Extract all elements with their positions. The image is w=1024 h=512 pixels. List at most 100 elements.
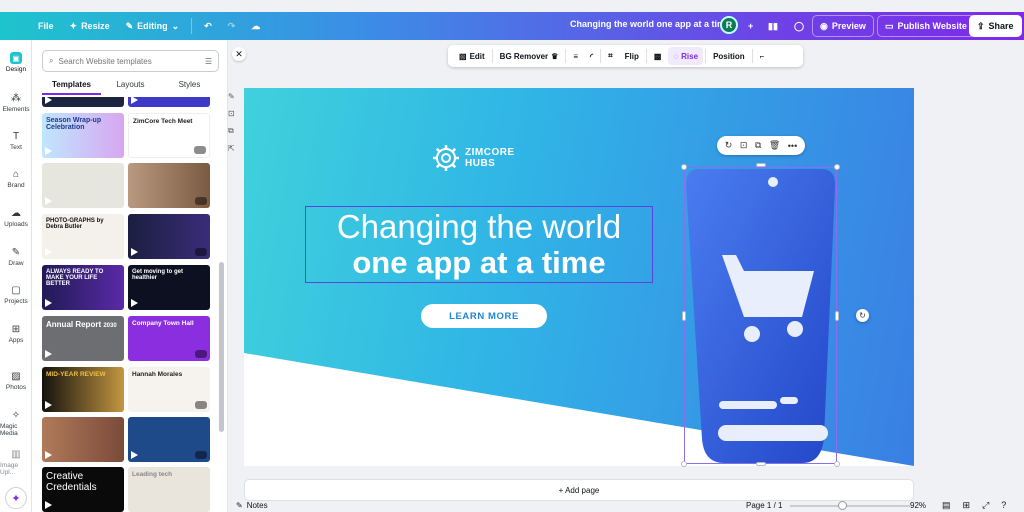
file-menu[interactable]: File (30, 15, 62, 37)
resize-handle[interactable] (756, 163, 766, 167)
rail-item-apps[interactable]: ⊞ Apps (0, 323, 32, 345)
template-thumb[interactable]: Annual Report 2030 (42, 316, 124, 361)
add-collaborator-button[interactable]: + (740, 15, 761, 37)
grid-view-icon[interactable]: ⊞ (963, 500, 971, 511)
panel-scrollbar[interactable] (219, 262, 224, 432)
insights-button[interactable]: ▮▮ (760, 15, 786, 37)
resize-handle[interactable] (834, 164, 840, 170)
rail-item-text[interactable]: T Text (0, 130, 32, 152)
template-thumb[interactable] (42, 163, 124, 208)
lock-icon[interactable]: ⊡ (228, 109, 238, 118)
resize-handle[interactable] (756, 462, 766, 466)
document-title[interactable]: Changing the world one app at a time (570, 19, 730, 29)
learn-more-button[interactable]: LEARN MORE (421, 304, 547, 328)
template-thumb[interactable] (128, 97, 210, 107)
redo-button[interactable]: ↷ (220, 15, 244, 37)
copy-style-button[interactable]: ⌐ (755, 47, 770, 65)
regenerate-icon[interactable]: ↻ (725, 140, 733, 151)
avatar[interactable]: R (720, 16, 738, 34)
animate-rise-button[interactable]: ◌ Rise (668, 47, 704, 65)
template-thumb[interactable]: ALWAYS READY TO MAKE YOUR LIFE BETTER (42, 265, 124, 310)
rail-item-elements[interactable]: ⁂ Elements (0, 92, 32, 114)
apps-icon: ⊞ (11, 323, 21, 335)
notes-button[interactable]: ✎ Notes (236, 501, 268, 510)
template-thumb[interactable] (128, 214, 210, 259)
tab-styles[interactable]: Styles (160, 80, 219, 95)
border-style-button[interactable]: ≡ (568, 47, 583, 65)
position-button[interactable]: Position (708, 47, 750, 65)
rail-item-image-upload[interactable]: ▥ Image Upl... (0, 448, 32, 477)
search-input[interactable] (58, 56, 200, 66)
rotate-handle[interactable]: ↻ (856, 309, 869, 322)
play-icon (45, 299, 52, 307)
template-thumb[interactable] (128, 163, 210, 208)
template-thumb[interactable]: Company Town Hall (128, 316, 210, 361)
editing-mode-dropdown[interactable]: ✎ Editing ⌄ (118, 15, 188, 37)
rail-item-magic-media[interactable]: ✧ Magic Media (0, 409, 32, 438)
template-thumb[interactable]: Get moving to get healthier (128, 265, 210, 310)
filter-icon[interactable]: ☰ (205, 57, 212, 66)
page-indicator[interactable]: Page 1 / 1 (746, 501, 782, 510)
template-thumb[interactable]: Hannah Morales (128, 367, 210, 412)
template-thumb[interactable]: Creative Credentials (42, 467, 124, 512)
eye-icon: ◉ (820, 20, 828, 31)
rail-item-projects[interactable]: ▢ Projects (0, 284, 32, 306)
logo[interactable]: ZIMCORE HUBS (432, 144, 515, 172)
page-view-icon[interactable]: ▤ (942, 500, 951, 511)
template-thumb[interactable]: ZimCore Tech Meet (128, 113, 210, 158)
rail-item-design[interactable]: ▣ Design (0, 52, 32, 73)
resize-button[interactable]: ✦ Resize (62, 15, 118, 37)
bg-remover-button[interactable]: BG Remover ♛ (495, 47, 564, 65)
notes-icon[interactable]: ✎ (228, 92, 238, 101)
undo-button[interactable]: ↶ (196, 15, 220, 37)
share-button[interactable]: ⇪ Share (969, 15, 1022, 37)
tab-layouts[interactable]: Layouts (101, 80, 160, 95)
headline-textbox[interactable]: Changing the world one app at a time (305, 206, 653, 283)
resize-handle[interactable] (682, 311, 686, 321)
duplicate-icon[interactable]: ⧉ (755, 140, 761, 151)
template-thumb[interactable]: Season Wrap-up Celebration (42, 113, 124, 158)
magic-assistant-button[interactable]: ✦ (5, 487, 27, 509)
template-thumb[interactable]: PHOTO-GRAPHS by Debra Butler (42, 214, 124, 259)
transparency-button[interactable]: ▩ (649, 47, 667, 65)
add-page-button[interactable]: + Add page (244, 479, 914, 501)
resize-icon: ✦ (69, 20, 78, 31)
corner-rounding-button[interactable]: ◜ (585, 47, 598, 65)
template-thumb[interactable] (42, 97, 124, 107)
rail-item-photos[interactable]: ▨ Photos (0, 370, 32, 392)
rail-item-uploads[interactable]: ☁ Uploads (0, 207, 32, 229)
zoom-slider[interactable] (790, 501, 910, 510)
share-page-icon[interactable]: ⇱ (228, 144, 238, 153)
comments-button[interactable]: ◯ (786, 15, 812, 37)
text-icon: T (12, 130, 20, 142)
resize-handle[interactable] (835, 311, 839, 321)
tab-templates[interactable]: Templates (42, 80, 101, 95)
template-thumb[interactable]: MID-YEAR REVIEW (42, 367, 124, 412)
flip-button[interactable]: Flip (620, 47, 644, 65)
zoom-value[interactable]: 92% (910, 501, 926, 510)
duplicate-icon[interactable]: ⧉ (228, 126, 238, 136)
help-icon[interactable]: ? (1001, 500, 1006, 511)
lock-icon[interactable]: ⊡ (740, 140, 748, 151)
cloud-save-status[interactable]: ☁ (243, 15, 268, 37)
trash-icon[interactable]: 🗑 (769, 140, 780, 151)
fullscreen-icon[interactable]: ⤢ (982, 500, 989, 511)
resize-handle[interactable] (834, 461, 840, 467)
template-thumb[interactable] (42, 417, 124, 462)
rail-item-draw[interactable]: ✎ Draw (0, 246, 32, 268)
rail-item-brand[interactable]: ⌂ Brand (0, 168, 32, 190)
crown-icon: ♛ (551, 51, 559, 61)
template-thumb[interactable] (128, 417, 210, 462)
template-thumb[interactable]: Leading tech (128, 467, 210, 512)
draw-icon: ✎ (11, 246, 21, 258)
crop-button[interactable]: ⌗ (603, 47, 618, 65)
publish-website-button[interactable]: ▭ Publish Website (877, 15, 975, 37)
edit-button[interactable]: ▧ Edit (454, 47, 490, 65)
zoom-slider-knob[interactable] (837, 501, 847, 510)
more-icon[interactable]: ••• (788, 141, 797, 151)
canvas-side-tools: ✎ ⊡ ⧉ ⇱ (228, 92, 238, 153)
resize-handle[interactable] (681, 164, 687, 170)
resize-handle[interactable] (681, 461, 687, 467)
close-panel-button[interactable]: ✕ (232, 47, 246, 61)
preview-button[interactable]: ◉ Preview (812, 15, 874, 37)
